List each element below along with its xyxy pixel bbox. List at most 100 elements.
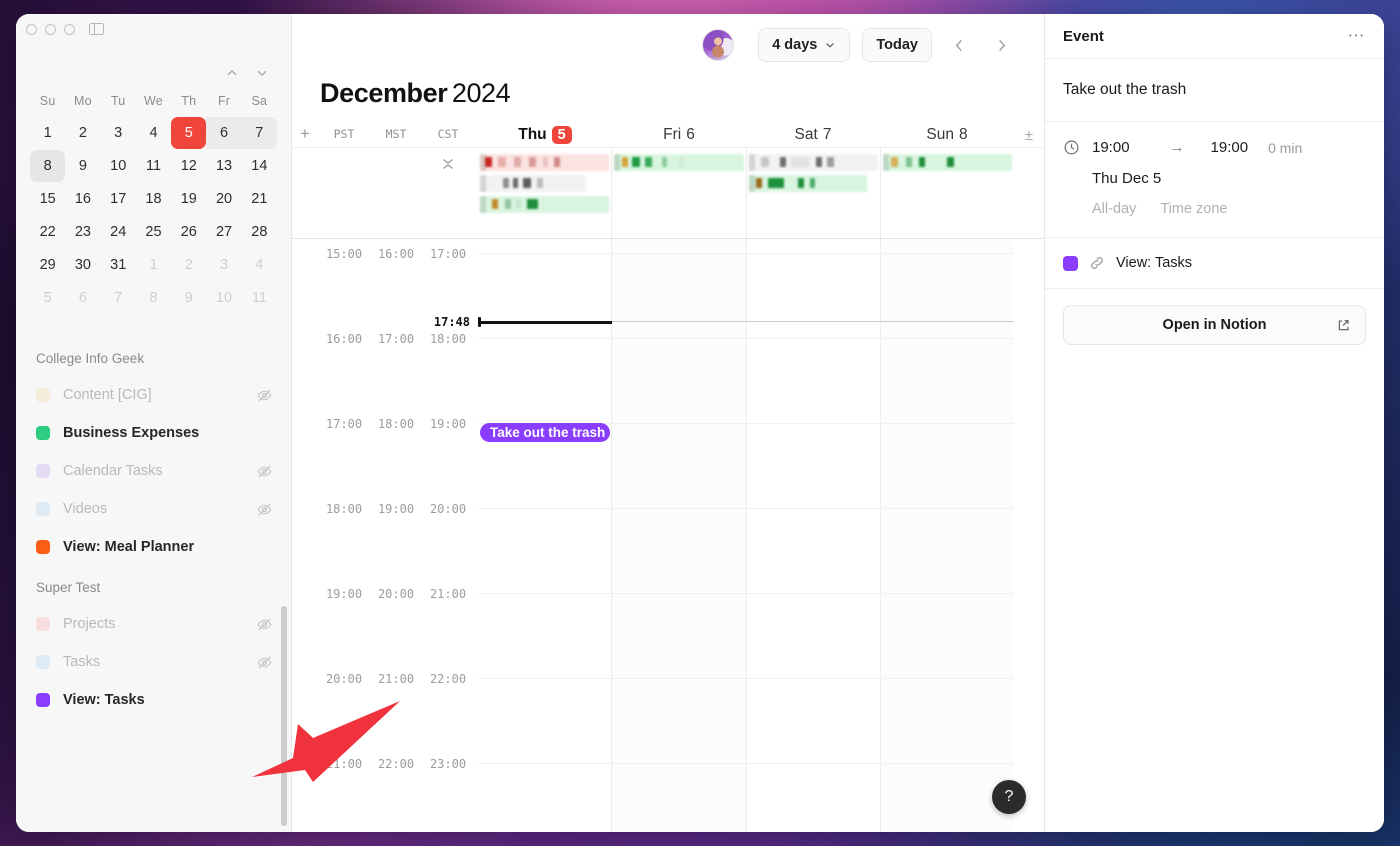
minimize-button[interactable] — [45, 23, 56, 35]
calendar-item-calendar-tasks[interactable]: Calendar Tasks — [32, 452, 279, 490]
mini-calendar-day[interactable]: 17 — [101, 183, 136, 215]
mini-calendar-day[interactable]: 7 — [101, 282, 136, 314]
day-header-sat[interactable]: Sat 7 — [746, 126, 880, 147]
chevron-down-icon[interactable] — [255, 66, 269, 80]
day-column-fri[interactable] — [611, 239, 746, 832]
mini-calendar-day[interactable]: 31 — [101, 249, 136, 281]
mini-calendar-day[interactable]: 16 — [65, 183, 100, 215]
mini-calendar-day[interactable]: 6 — [65, 282, 100, 314]
all-day-column[interactable] — [611, 148, 745, 238]
plus-minus-icon[interactable]: ± — [1014, 127, 1044, 147]
mini-calendar-day[interactable]: 18 — [136, 183, 171, 215]
all-day-event-bar[interactable] — [614, 154, 744, 171]
mini-calendar-day[interactable]: 20 — [206, 183, 241, 215]
mini-calendar-day[interactable]: 2 — [171, 249, 206, 281]
sidebar-toggle-icon[interactable] — [89, 22, 104, 36]
event-title[interactable]: Take out the trash — [1045, 59, 1384, 122]
calendar-item-videos[interactable]: Videos — [32, 490, 279, 528]
mini-calendar-day[interactable]: 19 — [171, 183, 206, 215]
all-day-column[interactable] — [879, 148, 1014, 238]
all-day-column[interactable] — [478, 148, 611, 238]
all-day-toggle[interactable]: All-day — [1092, 201, 1136, 217]
today-button[interactable]: Today — [862, 28, 932, 62]
all-day-event-bar[interactable] — [882, 154, 1012, 171]
event-start-time[interactable]: 19:00 — [1092, 139, 1130, 156]
mini-calendar-day[interactable]: 25 — [136, 216, 171, 248]
mini-calendar-day[interactable]: 11 — [242, 282, 277, 314]
all-day-column[interactable] — [745, 148, 880, 238]
all-day-event-bar[interactable] — [748, 175, 868, 192]
mini-calendar-day[interactable]: 27 — [206, 216, 241, 248]
mini-calendar-day[interactable]: 24 — [101, 216, 136, 248]
mini-calendar-day[interactable]: 3 — [206, 249, 241, 281]
mini-calendar-day[interactable]: 10 — [206, 282, 241, 314]
open-in-notion-button[interactable]: Open in Notion — [1063, 305, 1366, 345]
zoom-button[interactable] — [64, 23, 75, 35]
day-column-sun[interactable] — [879, 239, 1014, 832]
mini-calendar-day[interactable]: 5 — [171, 117, 207, 149]
eye-off-icon[interactable] — [256, 616, 273, 633]
calendar-item-content-cig[interactable]: Content [CIG] — [32, 376, 279, 414]
event-calendar-row[interactable]: View: Tasks — [1045, 238, 1384, 289]
close-button[interactable] — [26, 23, 37, 35]
mini-calendar-day[interactable]: 12 — [171, 150, 206, 182]
eye-off-icon[interactable] — [256, 463, 273, 480]
event-date[interactable]: Thu Dec 5 — [1063, 156, 1366, 187]
eye-off-icon[interactable] — [256, 387, 273, 404]
sidebar-scrollbar[interactable] — [281, 606, 287, 826]
calendar-item-business-expenses[interactable]: Business Expenses — [32, 414, 279, 452]
mini-calendar-day[interactable]: 9 — [65, 150, 100, 182]
mini-calendar-day[interactable]: 7 — [241, 117, 277, 149]
mini-calendar-day[interactable]: 29 — [30, 249, 65, 281]
all-day-collapse[interactable] — [292, 148, 478, 238]
time-zone-button[interactable]: Time zone — [1160, 201, 1227, 217]
mini-calendar-day[interactable]: 8 — [30, 150, 66, 182]
event-end-time[interactable]: 19:00 — [1211, 139, 1249, 156]
all-day-event-bar[interactable] — [480, 175, 586, 192]
mini-calendar-day[interactable]: 5 — [30, 282, 65, 314]
mini-calendar-day[interactable]: 14 — [242, 150, 277, 182]
mini-calendar-day[interactable]: 4 — [242, 249, 277, 281]
all-day-event-bar[interactable] — [480, 154, 610, 171]
day-header-fri[interactable]: Fri 6 — [612, 126, 746, 147]
mini-calendar-day[interactable]: 11 — [136, 150, 171, 182]
mini-calendar-day[interactable]: 1 — [136, 249, 171, 281]
help-button[interactable]: ? — [992, 780, 1026, 814]
user-avatar[interactable] — [702, 29, 735, 61]
day-header-thu[interactable]: Thu 5 — [478, 126, 612, 147]
eye-off-icon[interactable] — [256, 654, 273, 671]
calendar-item-view-meal-planner[interactable]: View: Meal Planner — [32, 528, 279, 566]
day-column-sat[interactable] — [745, 239, 880, 832]
mini-calendar-day[interactable]: 22 — [30, 216, 65, 248]
mini-calendar-day[interactable]: 3 — [101, 117, 136, 149]
day-header-sun[interactable]: Sun 8 — [880, 126, 1014, 147]
next-period-button[interactable] — [986, 30, 1016, 60]
plus-icon[interactable]: + — [292, 124, 318, 144]
mini-calendar-day[interactable]: 26 — [171, 216, 206, 248]
ellipsis-icon[interactable]: ⋯ — [1348, 26, 1367, 46]
calendar-event-take-out-the-trash[interactable]: Take out the trash — [480, 423, 610, 442]
mini-calendar-day[interactable]: 4 — [136, 117, 171, 149]
mini-calendar-day[interactable]: 21 — [242, 183, 277, 215]
calendar-item-projects[interactable]: Projects — [32, 605, 279, 643]
day-column-thu[interactable] — [478, 239, 612, 832]
view-range-dropdown[interactable]: 4 days — [758, 28, 851, 62]
mini-calendar-day[interactable]: 1 — [30, 117, 65, 149]
mini-calendar-day[interactable]: 23 — [65, 216, 100, 248]
mini-calendar-day[interactable]: 28 — [242, 216, 277, 248]
mini-calendar-day[interactable]: 13 — [206, 150, 241, 182]
calendar-item-tasks[interactable]: Tasks — [32, 643, 279, 681]
all-day-event-bar[interactable] — [748, 154, 878, 171]
calendar-item-view-tasks[interactable]: View: Tasks — [32, 681, 279, 719]
all-day-event-bar[interactable] — [480, 196, 610, 213]
previous-period-button[interactable] — [944, 30, 974, 60]
mini-calendar-day[interactable]: 8 — [136, 282, 171, 314]
mini-calendar-day[interactable]: 15 — [30, 183, 65, 215]
mini-calendar-day[interactable]: 30 — [65, 249, 100, 281]
mini-calendar-day[interactable]: 9 — [171, 282, 206, 314]
mini-calendar-day[interactable]: 6 — [206, 117, 242, 149]
eye-off-icon[interactable] — [256, 501, 273, 518]
mini-calendar-day[interactable]: 2 — [65, 117, 100, 149]
mini-calendar-day[interactable]: 10 — [101, 150, 136, 182]
chevron-up-icon[interactable] — [225, 66, 239, 80]
